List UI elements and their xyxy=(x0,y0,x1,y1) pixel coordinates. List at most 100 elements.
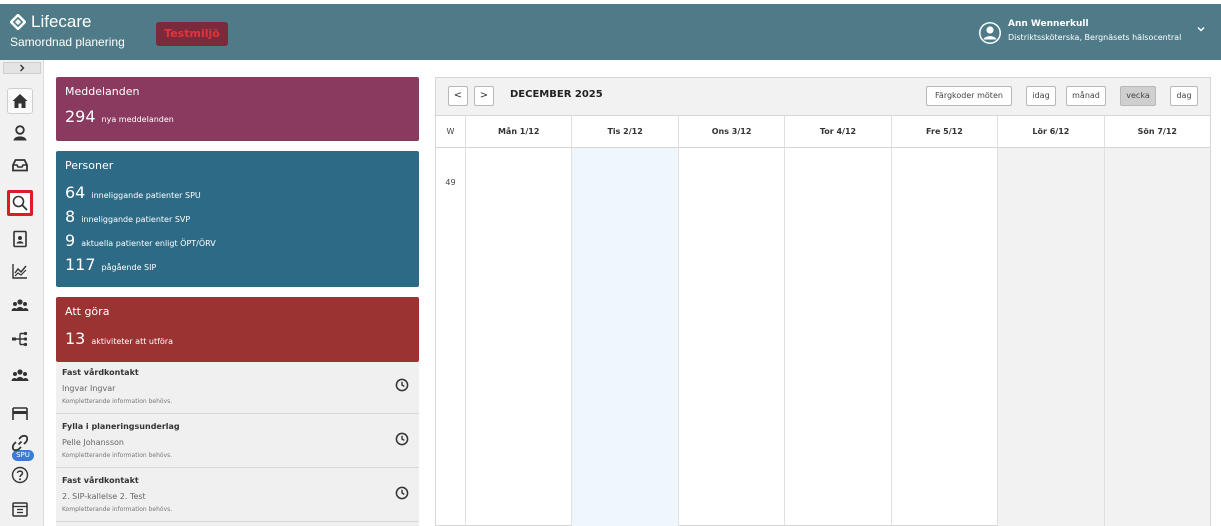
sidebar-item-search[interactable] xyxy=(7,190,33,216)
calendar: < > DECEMBER 2025 Färgkoder möten idag m… xyxy=(435,77,1211,526)
chevron-right-icon xyxy=(20,64,25,72)
persons-stat-label: aktuella patienter enligt ÖPT/ÖRV xyxy=(81,239,216,248)
persons-stat-count: 64 xyxy=(65,183,86,202)
app-name: Lifecare xyxy=(31,12,92,31)
day-column-header[interactable]: Tor 4/12 xyxy=(784,116,890,148)
todo-label: aktiviteter att utföra xyxy=(91,337,173,346)
chart-icon xyxy=(12,264,27,279)
sidebar-item-calendar[interactable] xyxy=(7,496,33,522)
day-column-header[interactable]: Sön 7/12 xyxy=(1103,116,1210,148)
month-view-button[interactable]: månad xyxy=(1066,86,1106,106)
calendar-body: 49 xyxy=(436,148,1210,526)
sidebar: SPU xyxy=(0,60,44,526)
bed-icon xyxy=(12,407,28,420)
day-column[interactable] xyxy=(784,148,890,526)
app-subtitle: Samordnad planering xyxy=(10,35,125,49)
app-header: Lifecare Samordnad planering Testmiljö A… xyxy=(0,4,1221,60)
sidebar-item-home[interactable] xyxy=(7,88,33,114)
user-avatar-icon[interactable] xyxy=(978,21,1002,45)
todo-item[interactable]: Fast vårdkontakt Ingvar Ingvar Komplette… xyxy=(56,362,419,414)
week-column-header: W xyxy=(446,127,455,136)
todo-item[interactable]: Fast vårdkontakt 2. SIP-kallelse 2. Test… xyxy=(56,470,419,522)
app-logo[interactable]: Lifecare xyxy=(10,13,91,31)
calendar-month-title: DECEMBER 2025 xyxy=(510,89,603,100)
week-number: 49 xyxy=(445,178,456,187)
clock-icon[interactable] xyxy=(395,486,409,500)
user-name[interactable]: Ann Wennerkull xyxy=(1008,19,1089,29)
day-column-header[interactable]: Ons 3/12 xyxy=(677,116,784,148)
sidebar-item-links[interactable] xyxy=(7,430,33,456)
clock-icon[interactable] xyxy=(395,432,409,446)
persons-stat-sip[interactable]: 117 pågående SIP xyxy=(65,255,156,274)
group-icon xyxy=(11,299,29,311)
persons-stat-count: 9 xyxy=(65,231,76,250)
sidebar-item-user[interactable] xyxy=(7,120,33,146)
sidebar-expand-button[interactable] xyxy=(3,62,41,74)
inbox-icon xyxy=(12,159,28,172)
day-column[interactable] xyxy=(1103,148,1210,526)
messages-card[interactable]: Meddelanden 294 nya meddelanden xyxy=(56,77,419,141)
lifecare-logo-icon xyxy=(10,14,26,30)
day-view-button[interactable]: dag xyxy=(1170,86,1198,106)
link-icon xyxy=(11,434,29,452)
day-column[interactable] xyxy=(890,148,997,526)
today-button[interactable]: idag xyxy=(1026,86,1056,106)
persons-stat-count: 117 xyxy=(65,255,96,274)
calendar-icon xyxy=(12,502,28,517)
messages-count: 294 xyxy=(65,107,96,126)
persons-stat-label: pågående SIP xyxy=(101,263,157,272)
sidebar-item-help[interactable] xyxy=(7,462,33,488)
home-icon xyxy=(12,94,28,108)
persons-stat-label: inneliggande patienter SPU xyxy=(91,191,201,200)
todo-list: Fast vårdkontakt Ingvar Ingvar Komplette… xyxy=(56,362,419,526)
day-column[interactable] xyxy=(997,148,1104,526)
sidebar-item-groups-spu[interactable] xyxy=(7,362,33,388)
day-column[interactable] xyxy=(571,148,678,526)
user-role: Distriktssköterska, Bergnäsets hälsocent… xyxy=(1008,33,1182,42)
persons-stat-opt[interactable]: 9 aktuella patienter enligt ÖPT/ÖRV xyxy=(65,231,216,250)
day-column[interactable] xyxy=(465,148,571,526)
week-view-button[interactable]: vecka xyxy=(1120,86,1156,106)
help-icon xyxy=(11,466,29,484)
search-icon xyxy=(12,195,28,211)
sidebar-item-groups[interactable] xyxy=(7,292,33,318)
clock-icon[interactable] xyxy=(395,378,409,392)
persons-card: Personer 64 inneliggande patienter SPU 8… xyxy=(56,151,419,287)
calendar-toolbar: < > DECEMBER 2025 Färgkoder möten idag m… xyxy=(436,78,1210,116)
chevron-down-icon[interactable] xyxy=(1196,24,1206,34)
persons-stat-spu[interactable]: 64 inneliggande patienter SPU xyxy=(65,183,201,202)
day-column-header[interactable]: Lör 6/12 xyxy=(997,116,1103,148)
sidebar-item-report[interactable] xyxy=(7,226,33,252)
environment-badge: Testmiljö xyxy=(156,22,228,46)
todo-item-person[interactable]: Ingvar Ingvar xyxy=(62,384,115,393)
todo-stat[interactable]: 13 aktiviteter att utföra xyxy=(65,329,173,348)
todo-item-title: Fast vårdkontakt xyxy=(62,368,139,377)
todo-item-note: Kompletterande information behövs. xyxy=(62,398,173,405)
persons-stat-label: inneliggande patienter SVP xyxy=(81,215,191,224)
sidebar-item-statistics[interactable] xyxy=(7,258,33,284)
color-codes-button[interactable]: Färgkoder möten xyxy=(926,86,1012,106)
calendar-prev-button[interactable]: < xyxy=(448,86,468,106)
messages-title: Meddelanden xyxy=(65,85,140,98)
todo-item-person[interactable]: 2. SIP-kallelse 2. Test xyxy=(62,492,146,501)
sidebar-item-hierarchy[interactable] xyxy=(7,326,33,352)
sidebar-item-inbox[interactable] xyxy=(7,152,33,178)
day-column[interactable] xyxy=(677,148,784,526)
calendar-header-row: W Mån 1/12 Tis 2/12 Ons 3/12 Tor 4/12 Fre 5/… xyxy=(436,116,1210,148)
hierarchy-icon xyxy=(12,331,28,347)
todo-item-note: Kompletterande information behövs. xyxy=(62,506,173,513)
todo-item-person[interactable]: Pelle Johansson xyxy=(62,438,124,447)
todo-card: Att göra 13 aktiviteter att utföra xyxy=(56,297,419,362)
day-column-header[interactable]: Tis 2/12 xyxy=(571,116,677,148)
day-column-header[interactable]: Mån 1/12 xyxy=(465,116,571,148)
todo-title: Att göra xyxy=(65,305,110,318)
todo-item[interactable]: Fylla i planeringsunderlag Pelle Johanss… xyxy=(56,416,419,468)
sidebar-item-beds[interactable] xyxy=(7,400,33,426)
report-icon xyxy=(13,230,27,248)
day-column-header[interactable]: Fre 5/12 xyxy=(890,116,997,148)
todo-count: 13 xyxy=(65,329,86,348)
persons-stat-svp[interactable]: 8 inneliggande patienter SVP xyxy=(65,207,190,226)
calendar-next-button[interactable]: > xyxy=(474,86,494,106)
messages-stat[interactable]: 294 nya meddelanden xyxy=(65,107,174,126)
todo-item-title: Fast vårdkontakt xyxy=(62,476,139,485)
